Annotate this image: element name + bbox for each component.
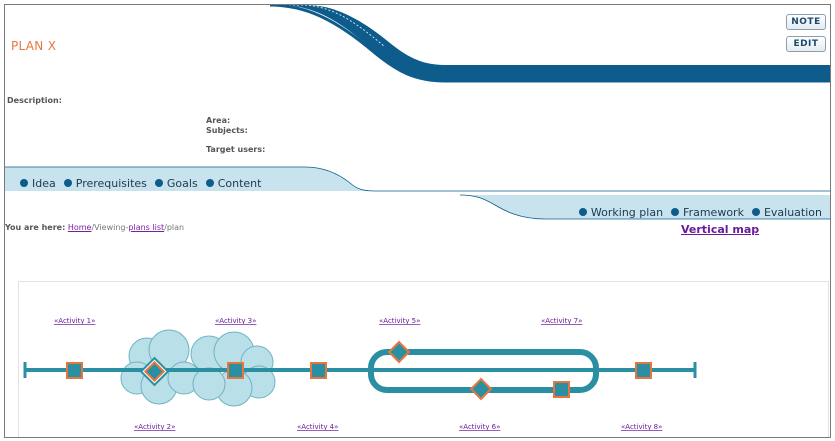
target-users-label: Target users: <box>206 145 266 154</box>
breadcrumb-home-link[interactable]: Home <box>68 223 92 232</box>
activity-node-8[interactable] <box>635 362 652 379</box>
bullet-icon <box>578 208 587 216</box>
edit-button[interactable]: EDIT <box>786 36 826 52</box>
breadcrumb-current: /plan <box>164 223 185 232</box>
activity-1-link[interactable]: «Activity 1» <box>54 317 95 325</box>
bullet-icon <box>751 208 760 216</box>
tab-label: Idea <box>32 176 56 190</box>
tab-label: Working plan <box>590 205 664 219</box>
bullet-icon <box>154 179 163 187</box>
tab-framework[interactable]: Framework <box>671 206 744 219</box>
activity-node-3[interactable] <box>227 362 244 379</box>
bullet-icon <box>205 179 214 187</box>
app-frame: PLAN X NOTE EDIT Description: Area: Subj… <box>4 4 831 438</box>
tab-label: Content <box>217 176 262 190</box>
breadcrumb-prefix: You are here: <box>5 223 66 232</box>
plan-diagram-panel: «Activity 1» «Activity 3» «Activity 5» «… <box>18 281 829 437</box>
breadcrumb: You are here: Home/Viewing-plans list/pl… <box>5 223 184 232</box>
activity-8-link[interactable]: «Activity 8» <box>621 423 662 431</box>
activity-6-link[interactable]: «Activity 6» <box>459 423 500 431</box>
vertical-map-link[interactable]: Vertical map <box>681 223 759 236</box>
activity-node-1[interactable] <box>66 362 83 379</box>
subjects-label: Subjects: <box>206 126 248 135</box>
tab-content[interactable]: Content <box>205 176 262 190</box>
activity-5-link[interactable]: «Activity 5» <box>379 317 420 325</box>
bullet-icon <box>20 179 28 187</box>
description-label: Description: <box>7 96 62 105</box>
breadcrumb-viewing: /Viewing- <box>91 223 129 232</box>
primary-tabs: Idea Prerequisites Goals Content <box>5 171 261 195</box>
activity-node-7[interactable] <box>553 381 570 398</box>
activity-4-link[interactable]: «Activity 4» <box>297 423 338 431</box>
tab-label: Goals <box>166 176 198 190</box>
activity-node-6[interactable] <box>469 377 493 401</box>
activity-2-link[interactable]: «Activity 2» <box>134 423 175 431</box>
tab-label: Prerequisites <box>75 176 147 190</box>
breadcrumb-plans-list-link[interactable]: plans list <box>128 223 164 232</box>
activity-node-4[interactable] <box>310 362 327 379</box>
tab-idea[interactable]: Idea <box>20 177 56 190</box>
tab-label: Evaluation <box>763 205 822 219</box>
activity-3-link[interactable]: «Activity 3» <box>215 317 256 325</box>
tab-label: Framework <box>683 205 744 219</box>
tab-working-plan[interactable]: Working plan <box>578 205 664 219</box>
tab-prerequisites[interactable]: Prerequisites <box>63 176 147 190</box>
activity-7-link[interactable]: «Activity 7» <box>541 317 582 325</box>
bullet-icon <box>671 208 680 216</box>
tab-goals[interactable]: Goals <box>154 176 198 190</box>
secondary-tabs: Working plan Framework Evaluation <box>578 200 822 224</box>
plan-diagram: «Activity 1» «Activity 3» «Activity 5» «… <box>23 317 697 431</box>
bullet-icon <box>63 179 72 187</box>
note-button[interactable]: NOTE <box>786 14 826 30</box>
tab-evaluation[interactable]: Evaluation <box>751 205 822 219</box>
activity-node-5[interactable] <box>387 340 411 364</box>
plan-title: PLAN X <box>11 39 57 53</box>
area-label: Area: <box>206 116 231 125</box>
